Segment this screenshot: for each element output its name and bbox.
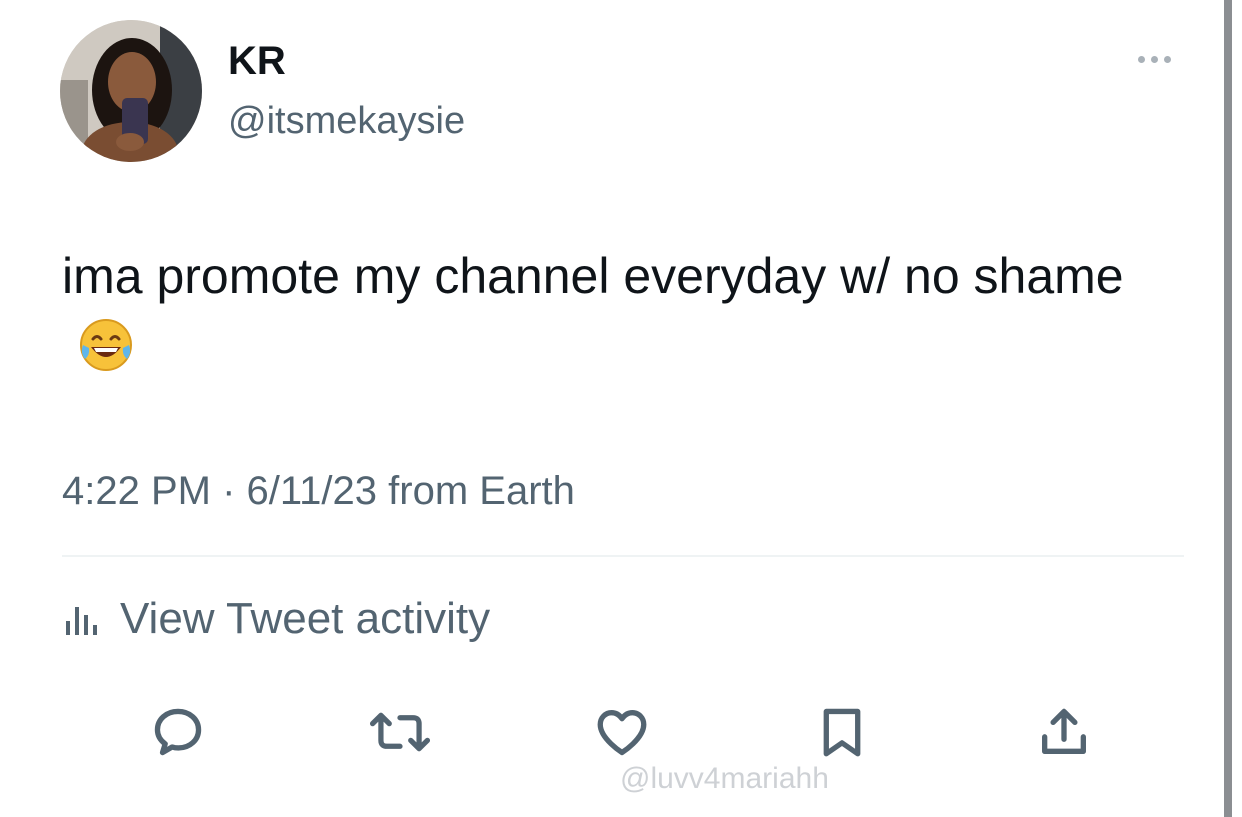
right-edge-bar — [1224, 0, 1232, 817]
share-icon — [1042, 708, 1086, 754]
author-handle[interactable]: @itsmekaysie — [228, 98, 465, 144]
share-button[interactable] — [1032, 700, 1096, 764]
retweet-button[interactable] — [368, 700, 432, 764]
tweet-text-block: ima promote my channel everyday w/ no sh… — [62, 240, 1142, 384]
more-dot-icon — [1137, 55, 1145, 63]
avatar[interactable] — [60, 20, 202, 162]
view-tweet-activity-link[interactable]: View Tweet activity — [62, 592, 490, 646]
tweet-meta: 4:22 PM · 6/11/23 from Earth — [62, 466, 575, 516]
analytics-bars-icon — [66, 607, 97, 635]
author-display-name[interactable]: KR — [228, 38, 286, 84]
view-tweet-activity-label: View Tweet activity — [120, 594, 491, 643]
avatar-image — [60, 20, 202, 162]
tweet-screenshot: KR @itsmekaysie ima promote my channel e… — [0, 0, 1242, 817]
tiktok-watermark: @luvv4mariahh — [620, 762, 829, 795]
more-options-button[interactable] — [1130, 44, 1178, 74]
meta-separator: · — [222, 469, 236, 513]
more-dot-icon — [1163, 55, 1171, 63]
tweet-source: from Earth — [388, 469, 575, 513]
divider — [62, 555, 1184, 557]
retweet-icon — [369, 712, 431, 752]
more-dot-icon — [1150, 55, 1158, 63]
bookmark-icon — [823, 708, 861, 757]
tweet-text: ima promote my channel everyday w/ no sh… — [62, 248, 1124, 304]
like-button[interactable] — [590, 700, 654, 764]
reply-button[interactable] — [146, 700, 210, 764]
tweet-actions-bar — [0, 700, 1242, 764]
tweet-time[interactable]: 4:22 PM — [62, 469, 211, 513]
reply-icon — [154, 708, 202, 756]
bookmark-button[interactable] — [810, 700, 874, 764]
face-with-tears-of-joy-icon — [80, 319, 132, 371]
tweet-date[interactable]: 6/11/23 — [247, 469, 378, 513]
like-icon — [597, 710, 647, 756]
